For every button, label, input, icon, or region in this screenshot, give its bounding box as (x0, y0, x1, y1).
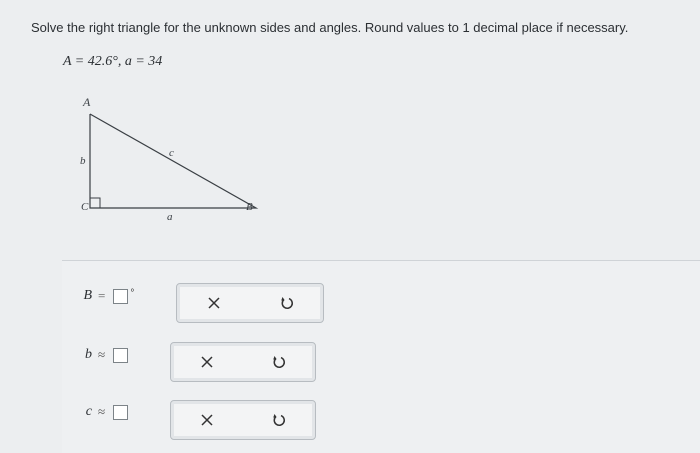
relation-symbol: = (98, 288, 106, 303)
clear-button[interactable] (199, 291, 229, 315)
answer-area (62, 261, 700, 453)
question-text: Solve the right triangle for the unknown… (31, 20, 629, 35)
tools-panel-side-b (170, 342, 316, 382)
undo-icon (273, 414, 285, 426)
reset-button[interactable] (264, 408, 294, 432)
side-a-label: a (167, 211, 173, 222)
undo-icon (273, 356, 285, 368)
relation-symbol: ≈ (98, 404, 106, 419)
close-icon (201, 414, 213, 426)
right-triangle-diagram: A B C a b c (80, 95, 259, 222)
answer-label: b (85, 347, 92, 362)
given-values: A = 42.6°, a = 34 (63, 54, 163, 69)
vertex-a-label: A (82, 95, 91, 109)
angle-b-input[interactable] (113, 288, 129, 304)
tools-panel-side-c (170, 400, 316, 440)
answer-row-b-angle: B = ° (70, 288, 134, 304)
close-icon (201, 356, 213, 368)
clear-button[interactable] (192, 350, 222, 374)
clear-button[interactable] (192, 408, 222, 432)
close-icon (207, 297, 220, 309)
answer-row-side-c: c ≈ (70, 404, 129, 420)
side-b-label: b (80, 155, 86, 167)
reset-button[interactable] (272, 291, 302, 315)
vertex-c-label: C (81, 201, 89, 213)
answer-label: B (83, 288, 92, 303)
right-angle-marker (89, 197, 101, 209)
tools-panel-b (176, 283, 324, 323)
side-c-input[interactable] (113, 404, 129, 420)
answer-label: c (85, 404, 92, 419)
side-c-label: c (169, 147, 174, 159)
degree-symbol: ° (130, 288, 135, 299)
side-b-input[interactable] (113, 347, 129, 363)
answer-row-side-b: b ≈ (70, 347, 129, 363)
vertex-b-label: B (246, 201, 253, 213)
undo-icon (280, 297, 293, 309)
reset-button[interactable] (264, 350, 294, 374)
relation-symbol: ≈ (98, 347, 106, 362)
